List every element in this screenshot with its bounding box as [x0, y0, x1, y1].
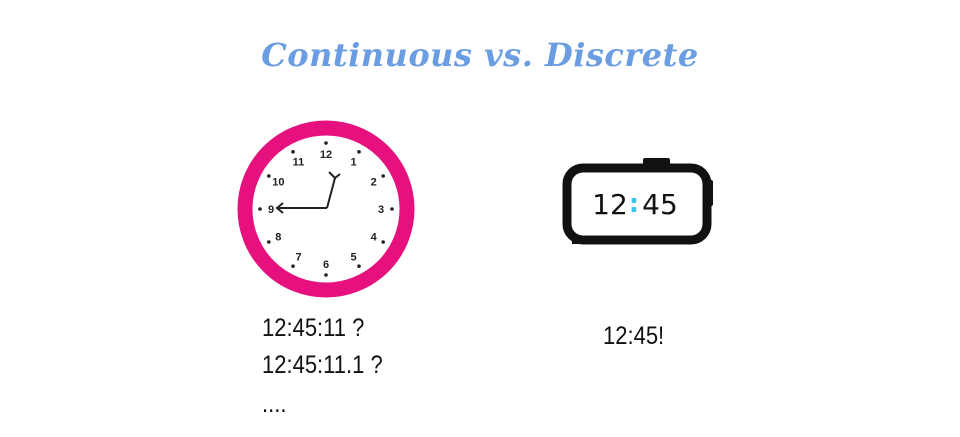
clock-tick — [267, 240, 271, 244]
clock-number: 2 — [371, 177, 377, 189]
clock-tick — [324, 273, 328, 277]
digital-minutes: 45 — [642, 188, 678, 221]
discrete-label: 12:45! — [603, 322, 665, 350]
clock-number: 9 — [268, 204, 274, 216]
clock-number: 5 — [350, 252, 356, 264]
clock-tick — [267, 174, 271, 178]
clock-number: 8 — [275, 232, 281, 244]
clock-number: 3 — [378, 204, 384, 216]
clock-tick — [390, 207, 394, 211]
clock-number: 1 — [350, 156, 356, 168]
continuous-line-1: 12:45:11 ? — [262, 314, 365, 342]
digital-clock-icon: 12 : 45 — [562, 158, 713, 245]
clock-number: 10 — [272, 177, 284, 189]
clock-number: 12 — [320, 149, 332, 161]
clock-tick — [291, 150, 295, 154]
clock-tick — [258, 207, 262, 211]
clock-tick — [381, 240, 385, 244]
clock-number: 11 — [293, 156, 305, 168]
analog-clock-icon: 121234567891011 — [237, 120, 415, 298]
clock-number: 6 — [323, 259, 329, 271]
illustration: 121234567891011 12 : 45 — [237, 120, 713, 298]
clock-tick — [357, 150, 361, 154]
clock-number: 7 — [295, 252, 301, 264]
clock-number: 4 — [371, 232, 378, 244]
digital-colon: : — [629, 189, 639, 219]
clock-tick — [324, 141, 328, 145]
clock-tick — [357, 264, 361, 268]
continuous-line-2: 12:45:11.1 ? — [262, 351, 383, 379]
clock-tick — [291, 264, 295, 268]
digital-hours: 12 — [592, 188, 628, 221]
clock-tick — [381, 174, 385, 178]
continuous-line-3: .... — [262, 390, 287, 418]
